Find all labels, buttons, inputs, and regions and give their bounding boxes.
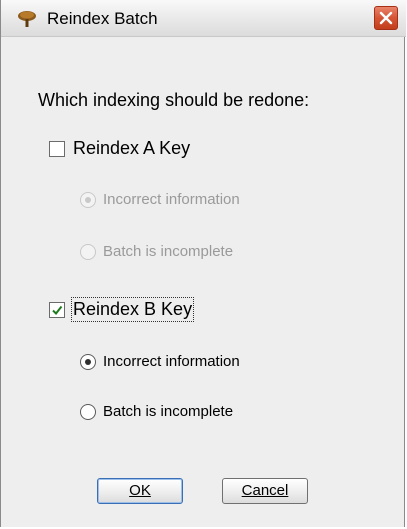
key-b-incorrect-radio[interactable] — [80, 353, 96, 370]
key-a-incomplete-label: Batch is incomplete — [103, 243, 234, 260]
dialog-body: Which indexing should be redone: Reindex… — [1, 37, 404, 527]
tree-app-icon — [18, 11, 36, 27]
ok-button-label: OK — [129, 482, 151, 499]
key-a-option-incorrect: Incorrect information — [80, 191, 240, 208]
reindex-a-key-row: Reindex A Key — [49, 138, 190, 159]
reindex-b-key-checkbox[interactable] — [49, 301, 65, 318]
reindex-b-key-row: Reindex B Key — [49, 297, 195, 322]
close-icon — [379, 11, 393, 25]
reindex-a-key-label[interactable]: Reindex A Key — [73, 138, 190, 159]
key-a-option-incomplete: Batch is incomplete — [80, 243, 233, 260]
cancel-button-label: Cancel — [241, 482, 289, 499]
key-b-incorrect-label[interactable]: Incorrect information — [103, 353, 240, 370]
close-button[interactable] — [374, 6, 398, 30]
key-a-incomplete-radio[interactable] — [80, 243, 96, 260]
reindex-b-key-label[interactable]: Reindex B Key — [70, 297, 195, 322]
title-bar[interactable]: Reindex Batch — [1, 0, 406, 37]
key-b-option-incomplete: Batch is incomplete — [80, 403, 233, 420]
cancel-button[interactable]: Cancel — [222, 478, 308, 504]
reindex-a-key-checkbox[interactable] — [49, 140, 65, 157]
key-b-incomplete-label[interactable]: Batch is incomplete — [103, 403, 233, 420]
checkmark-icon — [52, 305, 63, 315]
key-a-incorrect-label: Incorrect information — [103, 191, 240, 208]
key-a-incorrect-radio[interactable] — [80, 191, 96, 208]
key-b-incomplete-radio[interactable] — [80, 403, 96, 420]
prompt-text: Which indexing should be redone: — [38, 90, 310, 110]
window-title: Reindex Batch — [47, 9, 158, 28]
key-b-option-incorrect: Incorrect information — [80, 353, 240, 370]
reindex-batch-dialog: Reindex Batch Which indexing should be r… — [0, 0, 406, 527]
ok-button[interactable]: OK — [97, 478, 183, 504]
